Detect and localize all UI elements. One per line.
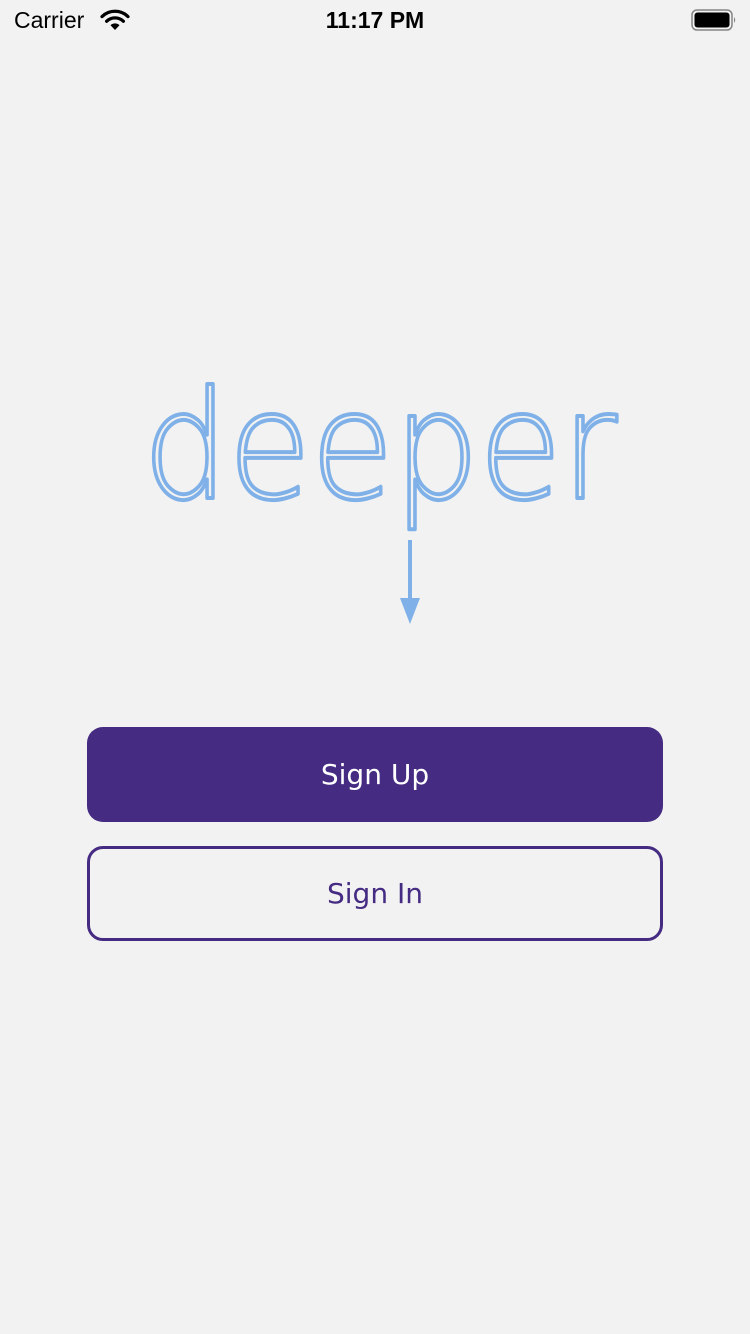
logo-wordmark: deeper	[143, 360, 617, 534]
status-bar: Carrier 11:17 PM	[0, 0, 750, 40]
sign-in-label: Sign In	[327, 877, 423, 910]
battery-icon	[691, 9, 736, 31]
status-time: 11:17 PM	[325, 7, 425, 33]
sign-up-label: Sign Up	[320, 758, 430, 791]
sign-up-button[interactable]: Sign Up	[87, 727, 663, 822]
sign-in-button[interactable]: Sign In	[87, 846, 663, 941]
deeper-logo: deeper	[141, 358, 619, 624]
arrow-down-icon	[400, 540, 420, 624]
